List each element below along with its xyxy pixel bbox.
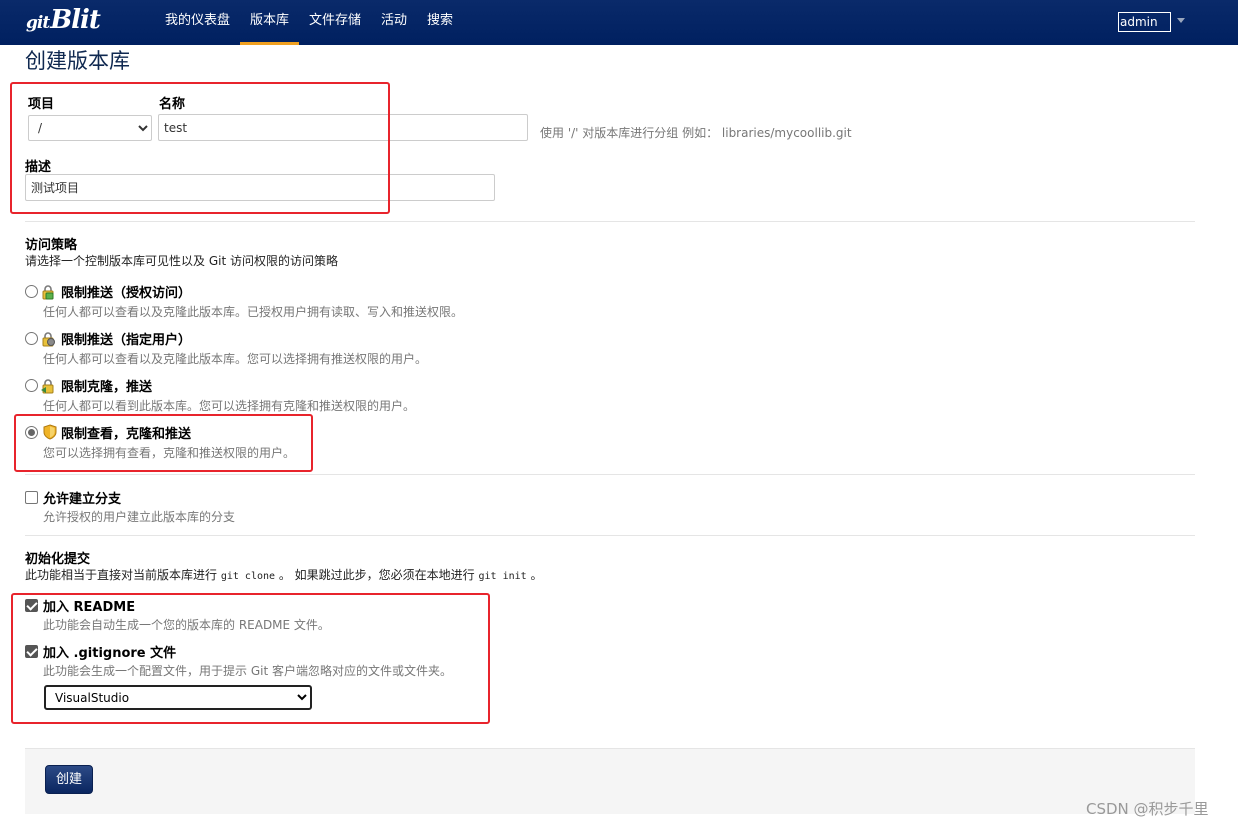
access-option-desc: 任何人都可以看到此版本库。您可以选择拥有克隆和推送权限的用户。	[43, 399, 416, 413]
top-navbar: gitBlit 我的仪表盘 版本库 文件存储 活动 搜索 admin	[0, 0, 1238, 45]
nav-repositories[interactable]: 版本库	[239, 0, 300, 45]
name-hint: 使用 '/' 对版本库进行分组 例如： libraries/mycoollib.…	[540, 126, 852, 140]
highlight-box	[11, 593, 490, 724]
allow-fork-checkbox[interactable]	[25, 491, 38, 504]
gitblit-logo[interactable]: gitBlit	[26, 5, 101, 35]
chevron-down-icon[interactable]	[1177, 18, 1185, 23]
divider	[25, 535, 1195, 536]
access-option-desc: 任何人都可以查看以及克隆此版本库。您可以选择拥有推送权限的用户。	[43, 352, 428, 366]
init-commit-desc: 此功能相当于直接对当前版本库进行 git clone 。 如果跳过此步，您必须在…	[25, 568, 543, 582]
access-policy-title: 访问策略	[25, 238, 78, 253]
access-option-radio[interactable]	[25, 379, 38, 392]
access-policy-subtitle: 请选择一个控制版本库可见性以及 Git 访问权限的访问策略	[25, 254, 338, 268]
form-actions-bar	[25, 748, 1195, 814]
highlight-box	[14, 414, 313, 472]
lock-icon	[42, 332, 55, 347]
git-clone-code: git clone	[220, 571, 276, 582]
page-title: 创建版本库	[25, 49, 130, 73]
lock-icon	[42, 285, 54, 300]
access-option-radio[interactable]	[25, 285, 38, 298]
lock-icon	[41, 379, 54, 394]
allow-fork-label[interactable]: 允许建立分支	[43, 488, 121, 507]
user-avatar-menu[interactable]: admin	[1118, 12, 1171, 32]
access-option-label[interactable]: 限制推送（授权访问）	[61, 282, 191, 301]
create-button[interactable]: 创建	[45, 765, 93, 794]
divider	[25, 221, 1195, 222]
nav-search[interactable]: 搜索	[427, 0, 453, 45]
access-option-desc: 任何人都可以查看以及克隆此版本库。已授权用户拥有读取、写入和推送权限。	[43, 305, 464, 319]
watermark: CSDN @积步千里	[1086, 800, 1209, 818]
nav-activity[interactable]: 活动	[381, 0, 407, 45]
access-option-label[interactable]: 限制推送（指定用户）	[61, 329, 191, 348]
nav-dashboard[interactable]: 我的仪表盘	[165, 0, 230, 45]
access-option-label[interactable]: 限制克隆，推送	[61, 376, 152, 395]
access-option-radio[interactable]	[25, 332, 38, 345]
init-commit-title: 初始化提交	[25, 552, 91, 567]
highlight-box	[10, 82, 390, 214]
divider	[25, 474, 1195, 475]
allow-fork-desc: 允许授权的用户建立此版本库的分支	[43, 510, 236, 524]
nav-filestore[interactable]: 文件存储	[309, 0, 361, 45]
avatar: admin	[1120, 15, 1158, 29]
git-init-code: git init	[478, 571, 527, 582]
